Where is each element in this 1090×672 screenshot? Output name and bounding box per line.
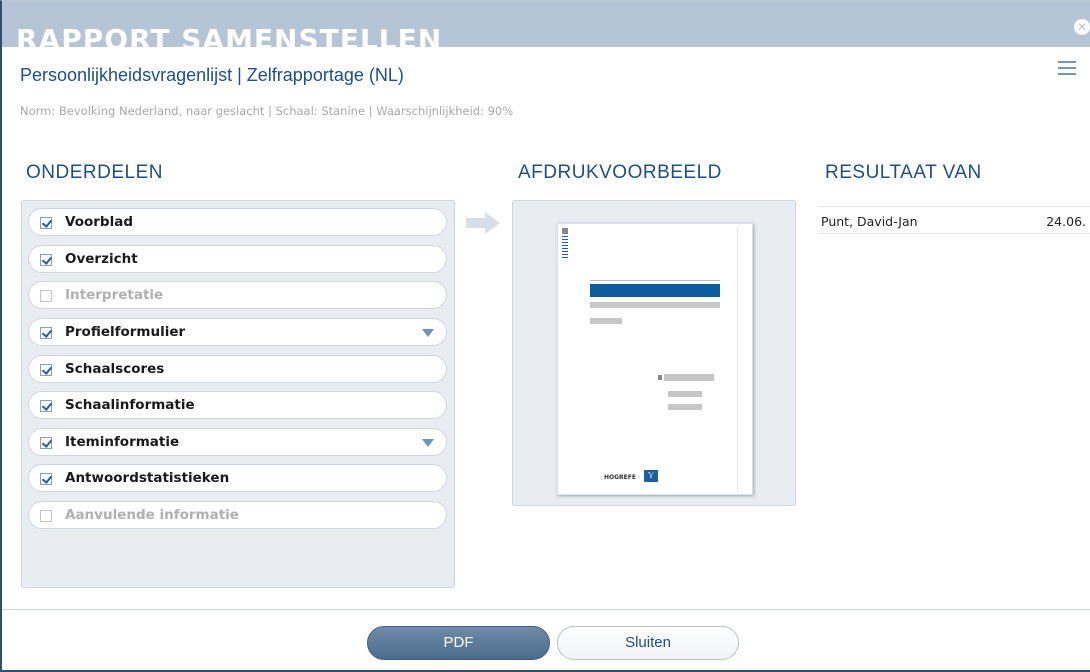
checkbox[interactable] [40,217,52,229]
part-schaalscores[interactable]: Schaalscores [28,355,447,383]
part-label: Profielformulier [65,324,186,340]
part-iteminformatie[interactable]: Iteminformatie [28,428,447,456]
chevron-down-icon[interactable] [422,439,434,447]
section-title-afdrukvoorbeeld: AFDRUKVOORBEELD [518,162,722,183]
checkbox[interactable] [40,473,52,485]
text-placeholder [668,391,702,397]
checkbox[interactable] [40,437,52,449]
text-placeholder [668,404,702,410]
part-label: Schaalinformatie [65,397,195,413]
part-voorblad[interactable]: Voorblad [28,208,447,236]
part-label: Voorblad [65,214,133,230]
barcode-icon [562,236,568,260]
hogrefe-logo-icon: 𝕐 [644,470,658,482]
hamburger-menu-icon[interactable] [1058,61,1076,77]
part-overzicht[interactable]: Overzicht [28,245,447,273]
part-label: Antwoordstatistieken [65,470,230,486]
part-label: Interpretatie [65,287,164,303]
checkbox [40,290,52,302]
checkbox[interactable] [40,400,52,412]
result-date: 24.06. [1046,214,1086,229]
norm-info: Norm: Bevolking Nederland, naar geslacht… [20,104,514,118]
questionnaire-title: Persoonlijkheidsvragenlijst | Zelfrappor… [20,65,404,85]
title-bar: RAPPORT SAMENSTELLEN ✕ [2,1,1090,47]
part-label: Overzicht [65,251,138,267]
close-icon[interactable]: ✕ [1074,19,1090,35]
print-preview-panel: HOGREFE 𝕐 [512,200,796,506]
chevron-down-icon[interactable] [422,329,434,337]
result-row[interactable]: Punt, David-Jan 24.06. [817,206,1090,234]
part-label: Schaalscores [65,361,165,377]
checkbox [40,510,52,522]
part-label: Aanvulende informatie [65,507,239,523]
text-placeholder [590,302,720,308]
pdf-button[interactable]: PDF [367,626,550,660]
checkbox[interactable] [40,254,52,266]
part-interpretatie: Interpretatie [28,281,447,309]
part-schaalinformatie[interactable]: Schaalinformatie [28,391,447,419]
section-title-resultaat-van: RESULTAAT VAN [825,162,982,183]
part-label: Iteminformatie [65,434,180,450]
checkbox[interactable] [40,327,52,339]
page-corner-mark [562,228,568,234]
hogrefe-logo-text: HOGREFE [604,474,636,481]
checkbox[interactable] [40,364,52,376]
close-button[interactable]: Sluiten [557,626,739,660]
parts-panel: Voorblad Overzicht Interpretatie Profiel… [21,200,455,588]
title-placeholder-bar [590,284,720,297]
result-name: Punt, David-Jan [821,214,918,229]
page-spine [737,226,738,492]
part-antwoordstatistieken[interactable]: Antwoordstatistieken [28,464,447,492]
report-dialog: RAPPORT SAMENSTELLEN ✕ Persoonlijkheidsv… [0,0,1090,672]
placeholder-line [590,280,720,281]
bullet-placeholder [658,375,662,380]
text-placeholder [664,374,714,381]
arrow-right-icon [466,212,500,234]
part-aanvulende-informatie: Aanvulende informatie [28,501,447,529]
part-profielformulier[interactable]: Profielformulier [28,318,447,346]
section-title-onderdelen: ONDERDELEN [26,162,163,183]
dialog-title: RAPPORT SAMENSTELLEN [16,23,443,47]
footer-divider [2,609,1090,610]
preview-page-thumbnail[interactable]: HOGREFE 𝕐 [557,223,753,495]
text-placeholder [590,318,622,324]
